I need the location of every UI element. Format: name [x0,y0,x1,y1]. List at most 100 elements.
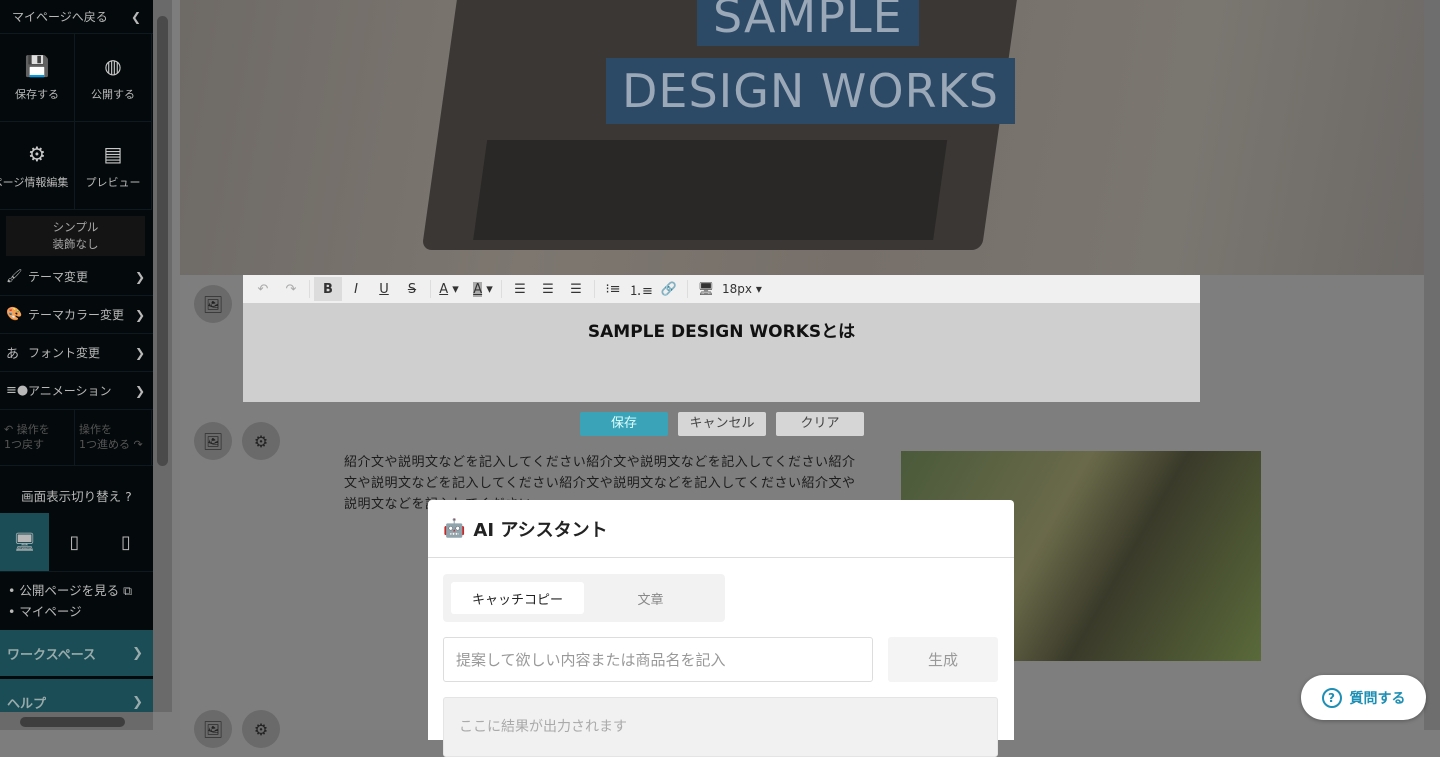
align-left-icon[interactable]: ☰ [506,277,534,301]
tab-catchcopy[interactable]: キャッチコピー [451,582,584,614]
scroll-thumb[interactable] [157,16,168,466]
hero-title-line1: SAMPLE [697,0,919,46]
tablet-icon: ▯ [69,531,80,553]
ask-question-button[interactable]: ? 質問する [1301,675,1426,720]
help-circle-icon[interactable]: ? [125,489,132,504]
menu-label: フォント変更 [28,346,101,360]
publish-label: 公開する [91,87,135,101]
chevron-right-icon: ❯ [134,307,145,322]
back-label: マイページへ戻る [12,10,108,24]
image-button[interactable]: 🖼 [194,422,232,460]
gear-icon: ⚙ [253,431,269,451]
cancel-button[interactable]: キャンセル [678,412,766,436]
palette-icon: 🎨 [6,307,23,322]
preview-label: プレビュー [85,175,141,189]
redo-icon[interactable]: ↷ [277,277,305,301]
gear-icon: ⚙ [28,141,46,166]
paint-roller-icon: 🖌 [6,269,23,284]
menu-theme[interactable]: 🖌 テーマ変更 ❯ [0,258,153,296]
bold-icon[interactable]: B [314,277,342,301]
font-size-value: 18px [722,282,752,296]
font-icon: あ [6,347,20,362]
link-label: マイページ [19,604,82,619]
text-color-icon[interactable]: A ▾ [435,277,463,301]
background-color-icon[interactable]: A ▾ [469,277,497,301]
generate-button[interactable]: 生成 [888,637,998,682]
menu-label: テーマ変更 [28,270,89,284]
publish-button[interactable]: ◍ 公開する [75,34,152,122]
current-theme[interactable]: シンプル 装飾なし [6,216,145,256]
italic-icon[interactable]: I [342,277,370,301]
workspace-label: ワークスペース [7,647,97,663]
chevron-right-icon: ❯ [132,694,143,710]
theme-name: シンプル [52,220,99,234]
settings-button[interactable]: ⚙ [242,422,280,460]
align-right-icon[interactable]: ☰ [562,277,590,301]
desktop-view-button[interactable]: 🖥 [0,513,49,571]
underline-icon[interactable]: U [370,277,398,301]
scroll-thumb[interactable] [20,717,125,727]
editor-heading[interactable]: SAMPLE DESIGN WORKSとは [243,317,1200,342]
theme-desc: 装飾なし [52,237,99,251]
robot-icon: 🤖 [443,518,466,539]
strikethrough-icon[interactable]: S [398,277,426,301]
page-info-button[interactable]: ⚙ ページ情報編集 [0,122,75,210]
workspace-menu[interactable]: ワークスペース ❯ [0,630,153,676]
undo-button[interactable]: ↶ 操作を 1つ戻す [0,410,75,465]
hero-title-line2: DESIGN WORKS [606,58,1015,124]
mobile-view-button[interactable]: ▯ [100,513,152,571]
tab-text[interactable]: 文章 [584,582,717,614]
chevron-right-icon: ❯ [132,645,143,661]
public-page-link[interactable]: • 公開ページを見る ⧉ [8,580,153,601]
chevron-right-icon: ❯ [134,383,145,398]
numbered-list-icon[interactable]: ⒈≡ [627,277,655,301]
help-label: ヘルプ [7,696,47,712]
undo-icon[interactable]: ↶ [249,277,277,301]
page-scrollbar[interactable] [1424,0,1440,730]
rich-text-editor[interactable]: ↶ ↷ B I U S A ▾ A ▾ ☰ ☰ ☰ ⁝≡ ⒈≡ 🔗 🖥 18px… [243,275,1200,402]
save-icon: 💾 [24,53,50,78]
mobile-icon: ▯ [121,531,131,553]
save-edit-button[interactable]: 保存 [580,412,668,436]
sidebar: マイページへ戻る ❮ 💾 保存する ◍ 公開する ⚙ ページ情報編集 ▤ プレビュー シン… [0,0,153,730]
desktop-icon: 🖥 [13,531,36,553]
tablet-view-button[interactable]: ▯ [49,513,100,571]
image-button[interactable]: 🖼 [194,710,232,748]
chevron-right-icon: ❯ [134,269,145,284]
image-button[interactable]: 🖼 [194,285,232,323]
chevron-left-icon: ❮ [130,9,141,24]
image-icon: 🖼 [202,431,224,451]
save-label: 保存する [15,87,59,101]
sidebar-vertical-scrollbar[interactable] [153,0,172,712]
sidebar-horizontal-scrollbar[interactable] [0,712,153,730]
image-icon: 🖼 [202,294,224,314]
save-button[interactable]: 💾 保存する [0,34,75,122]
menu-animation[interactable]: ≡● アニメーション ❯ [0,372,153,410]
ai-assistant-dialog: 🤖 AI アシスタント キャッチコピー 文章 提案して欲しい内容または商品名を記入… [428,500,1014,757]
clear-button[interactable]: クリア [776,412,864,436]
question-icon: ? [1321,687,1342,708]
undo-icon: ↶ [4,423,14,436]
chevron-right-icon: ❯ [134,345,145,360]
external-link-icon: ⧉ [123,583,133,598]
menu-theme-color[interactable]: 🎨 テーマカラー変更 ❯ [0,296,153,334]
back-to-mypage-link[interactable]: マイページへ戻る ❮ [0,0,153,34]
menu-font[interactable]: あフォント変更 ❯ [0,334,153,372]
mypage-link[interactable]: • マイページ [8,601,153,622]
bullet-list-icon[interactable]: ⁝≡ [599,277,627,301]
device-icon[interactable]: 🖥 [692,277,720,301]
gear-icon: ⚙ [253,719,269,739]
settings-button[interactable]: ⚙ [242,710,280,748]
align-center-icon[interactable]: ☰ [534,277,562,301]
mode-tabs: キャッチコピー 文章 [443,574,725,622]
redo-button[interactable]: 操作を 1つ進める ↷ [75,410,152,465]
animation-icon: ≡● [6,383,29,398]
preview-button[interactable]: ▤ プレビュー [75,122,152,210]
result-output: ここに結果が出力されます [443,697,998,757]
prompt-input[interactable]: 提案して欲しい内容または商品名を記入 [443,637,873,682]
font-size-select[interactable]: 18px ▾ [722,282,762,296]
link-icon[interactable]: 🔗 [655,277,683,301]
editor-toolbar: ↶ ↷ B I U S A ▾ A ▾ ☰ ☰ ☰ ⁝≡ ⒈≡ 🔗 🖥 18px… [243,275,1200,303]
menu-label: テーマカラー変更 [28,308,125,322]
dialog-title: AI アシスタント [473,519,608,541]
